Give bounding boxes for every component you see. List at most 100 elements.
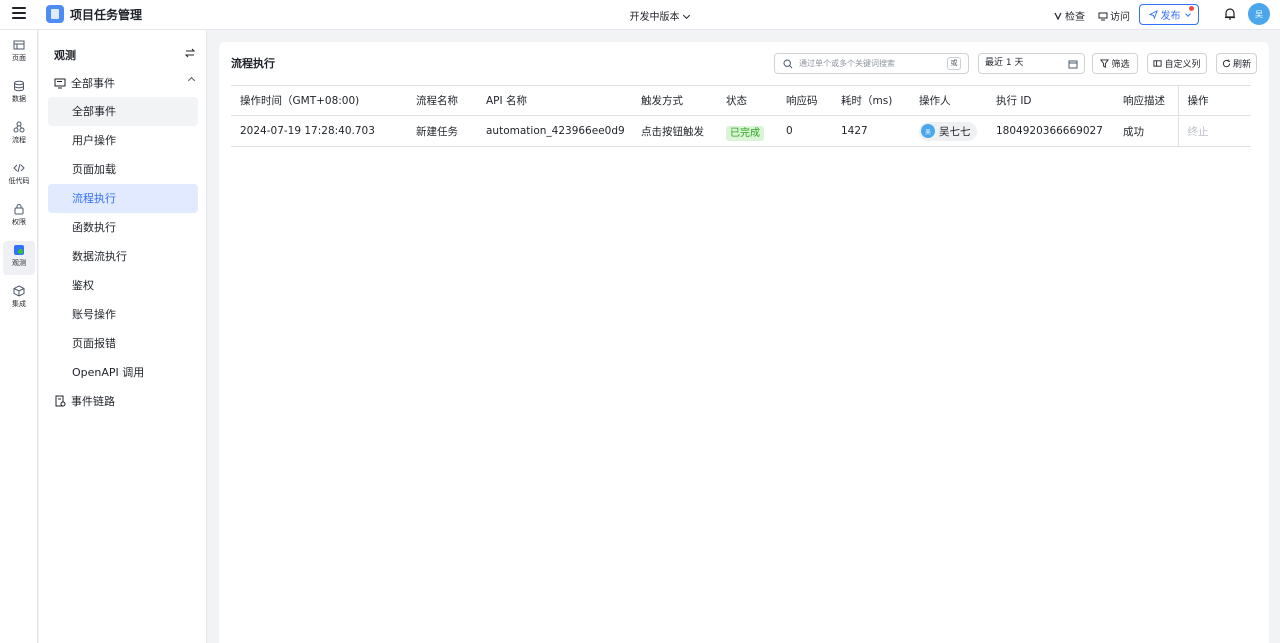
rail-item-integration[interactable]: 集成 [3, 282, 35, 316]
sidebar-item-event-chain[interactable]: 事件链路 [54, 393, 115, 409]
cell-flow-name: 新建任务 [407, 115, 477, 147]
cell-trigger: 点击按钮触发 [632, 115, 717, 147]
filter-button[interactable]: 筛选 [1092, 53, 1138, 74]
left-rail: 页面 数据 流程 低代码 权限 观测 集成 [0, 30, 38, 643]
col-header[interactable]: 响应描述 [1114, 85, 1178, 116]
rail-label: 权限 [12, 218, 26, 226]
avatar: 吴 [921, 124, 935, 138]
table-header-row: 操作时间（GMT+08:00) 流程名称 API 名称 触发方式 状态 响应码 … [231, 85, 1251, 116]
rail-label: 流程 [12, 136, 26, 144]
date-range-picker[interactable]: 最近 1 天 [978, 53, 1085, 74]
cell-code: 0 [777, 115, 832, 147]
col-header[interactable]: API 名称 [477, 85, 632, 116]
database-icon [14, 80, 24, 92]
rail-item-lowcode[interactable]: 低代码 [3, 159, 35, 193]
sidebar-item-function-exec[interactable]: 函数执行 [48, 213, 198, 242]
col-header[interactable]: 耗时（ms) [832, 85, 910, 116]
refresh-button[interactable]: 刷新 [1216, 53, 1257, 74]
version-label: 开发中版本 [629, 12, 680, 23]
cell-status: 已完成 [717, 115, 777, 147]
status-badge: 已完成 [726, 125, 764, 141]
filter-label: 筛选 [1111, 60, 1130, 70]
flow-exec-table: 操作时间（GMT+08:00) 流程名称 API 名称 触发方式 状态 响应码 … [231, 85, 1251, 147]
lock-icon [14, 204, 24, 215]
custom-columns-label: 自定义列 [1164, 60, 1201, 70]
page-title: 流程执行 [231, 57, 275, 70]
col-header[interactable]: 执行 ID [987, 85, 1114, 116]
sidebar-item-flow-exec[interactable]: 流程执行 [48, 184, 198, 213]
top-bar: 项目任务管理 开发中版本 检查 访问 发布 吴 [0, 0, 1280, 30]
flow-icon [13, 121, 25, 133]
cell-desc: 成功 [1114, 115, 1178, 147]
monitor-icon [54, 78, 66, 89]
cell-exec-id: 1804920366669027 [987, 115, 1114, 147]
chain-label: 事件链路 [71, 395, 115, 408]
rail-item-data[interactable]: 数据 [3, 77, 35, 111]
sidebar-item-account-ops[interactable]: 账号操作 [48, 300, 198, 329]
rail-item-observe[interactable]: 观测 [3, 241, 35, 275]
rail-label: 集成 [12, 300, 26, 308]
cube-icon [13, 285, 25, 297]
rail-item-permission[interactable]: 权限 [3, 200, 35, 234]
col-header[interactable]: 操作时间（GMT+08:00) [231, 85, 407, 116]
user-avatar[interactable]: 吴 [1248, 3, 1270, 25]
visit-button[interactable]: 访问 [1098, 8, 1130, 23]
chevron-down-icon [682, 11, 690, 20]
group-all-events[interactable]: 全部事件 [54, 75, 196, 91]
send-icon [1148, 10, 1158, 19]
check-button[interactable]: 检查 [1053, 8, 1085, 23]
cell-api-name: automation_423966ee0d9 [477, 115, 632, 147]
check-label: 检查 [1065, 12, 1085, 23]
filter-icon [1100, 59, 1110, 68]
custom-columns-button[interactable]: 自定义列 [1147, 53, 1207, 74]
rail-label: 观测 [12, 259, 26, 267]
sidebar-item-dataflow-exec[interactable]: 数据流执行 [48, 242, 198, 271]
operator-name: 吴七七 [939, 125, 971, 138]
sidebar-item-openapi[interactable]: OpenAPI 调用 [48, 358, 198, 387]
chain-doc-icon [55, 395, 66, 407]
range-label: 最近 1 天 [985, 58, 1024, 68]
version-selector[interactable]: 开发中版本 [0, 8, 1280, 23]
col-header[interactable]: 触发方式 [632, 85, 717, 116]
publish-button[interactable]: 发布 [1139, 4, 1199, 25]
or-toggle[interactable]: 或 [947, 57, 961, 70]
rail-label: 数据 [12, 95, 26, 103]
terminate-link[interactable]: 终止 [1188, 126, 1209, 138]
refresh-label: 刷新 [1232, 60, 1251, 70]
switch-icon[interactable] [185, 48, 195, 58]
group-label: 全部事件 [71, 77, 115, 90]
search-placeholder: 通过单个或多个关键词搜索 [799, 59, 895, 68]
observe-sidebar: 观测 全部事件 全部事件 用户操作 页面加载 流程执行 函数执行 数据流执行 鉴… [39, 30, 207, 643]
rail-item-page[interactable]: 页面 [3, 36, 35, 70]
columns-icon [1153, 60, 1163, 67]
sidebar-item-all-events[interactable]: 全部事件 [48, 97, 198, 126]
chevron-up-icon [187, 76, 196, 85]
page-icon [13, 40, 25, 50]
cell-operator: 吴 吴七七 [910, 115, 987, 147]
col-header[interactable]: 操作人 [910, 85, 987, 116]
col-header[interactable]: 响应码 [777, 85, 832, 116]
rail-item-flow[interactable]: 流程 [3, 118, 35, 152]
col-header[interactable]: 状态 [717, 85, 777, 116]
visit-icon [1098, 12, 1108, 20]
search-input[interactable]: 通过单个或多个关键词搜索 或 [774, 53, 969, 74]
table-row[interactable]: 2024-07-19 17:28:40.703 新建任务 automation_… [231, 115, 1251, 147]
sidebar-item-auth[interactable]: 鉴权 [48, 271, 198, 300]
bell-icon[interactable] [1223, 7, 1237, 21]
col-header[interactable]: 流程名称 [407, 85, 477, 116]
notification-dot [1189, 6, 1194, 11]
cell-action: 终止 [1177, 115, 1251, 147]
sidebar-item-user-actions[interactable]: 用户操作 [48, 126, 198, 155]
sidebar-item-page-errors[interactable]: 页面报错 [48, 329, 198, 358]
cell-time: 2024-07-19 17:28:40.703 [231, 115, 407, 147]
visit-label: 访问 [1110, 12, 1130, 23]
publish-label: 发布 [1160, 11, 1181, 22]
check-icon [1054, 12, 1062, 20]
sidebar-item-page-load[interactable]: 页面加载 [48, 155, 198, 184]
operator-chip[interactable]: 吴 吴七七 [919, 121, 977, 141]
cell-duration: 1427 [832, 115, 910, 147]
observe-icon [14, 245, 24, 255]
calendar-icon [1068, 60, 1078, 69]
col-header: 操作 [1177, 85, 1251, 116]
refresh-icon [1222, 59, 1231, 68]
